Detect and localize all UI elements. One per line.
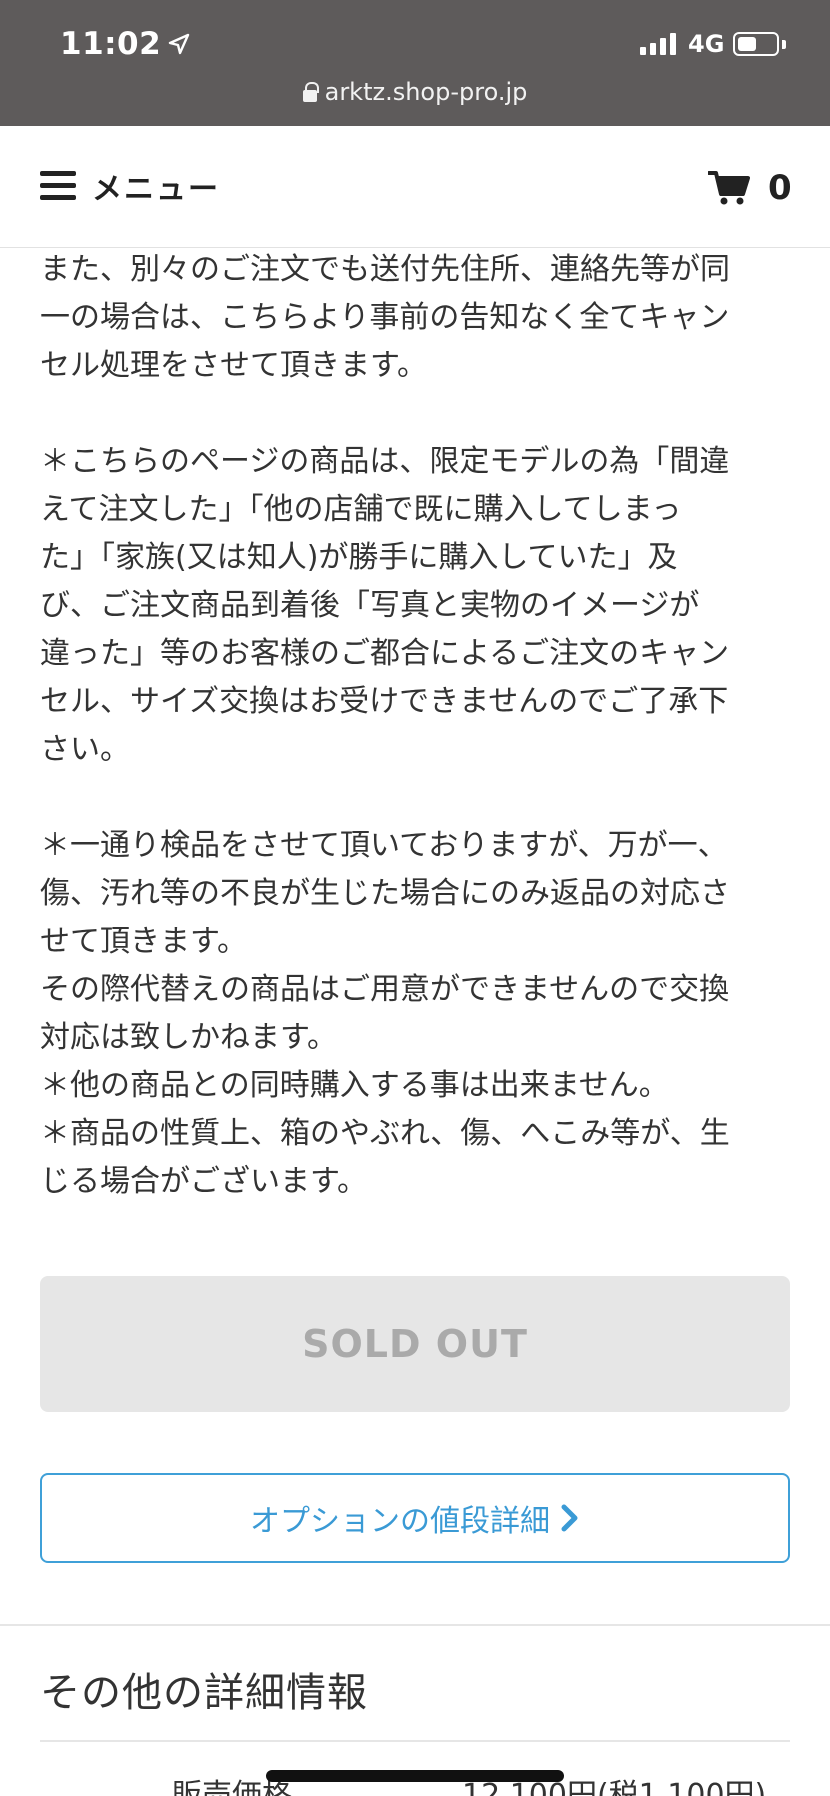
- description-line: じる場合がございます。: [40, 1164, 367, 1199]
- url-bar[interactable]: arktz.shop-pro.jp: [0, 78, 830, 106]
- option-price-details-button[interactable]: オプションの値段詳細: [40, 1473, 790, 1563]
- option-button-label: オプションの値段詳細: [250, 1504, 550, 1539]
- network-type: 4G: [688, 30, 725, 58]
- product-description: また、別々のご注文でも送付先住所、連絡先等が同 一の場合は、こちらより事前の告知…: [40, 246, 792, 1206]
- cart-button[interactable]: 0: [708, 168, 792, 208]
- signal-icon: [640, 33, 676, 55]
- site-header: メニュー 0: [0, 126, 830, 248]
- description-line: また、別々のご注文でも送付先住所、連絡先等が同: [40, 252, 730, 287]
- description-line: 違った」等のお客様のご都合によるご注文のキャン: [40, 636, 730, 671]
- description-line: ＊一通り検品をさせて頂いておりますが、万が一、: [40, 828, 728, 863]
- section-divider: [0, 1624, 830, 1626]
- description-line: ＊他の商品との同時購入する事は出来ません。: [40, 1068, 669, 1103]
- description-line: セル処理をさせて頂きます。: [40, 348, 427, 383]
- cart-icon: [708, 171, 750, 205]
- time-text: 11:02: [60, 26, 162, 62]
- description-line: 対応は致しかねます。: [40, 1020, 337, 1055]
- hamburger-icon: [40, 171, 76, 201]
- description-line: セル、サイズ交換はお受けできませんのでご了承下: [40, 684, 729, 719]
- details-rule: [40, 1740, 790, 1742]
- battery-icon: [733, 32, 779, 56]
- menu-label: メニュー: [92, 172, 220, 207]
- battery-cap: [782, 40, 786, 49]
- description-line: 一の場合は、こちらより事前の告知なく全てキャン: [40, 300, 730, 335]
- status-time: 11:02: [60, 26, 191, 62]
- menu-button[interactable]: メニュー: [40, 164, 220, 208]
- cart-count: 0: [768, 168, 792, 208]
- chevron-right-icon: [561, 1504, 578, 1532]
- description-line: その際代替えの商品はご用意ができませんので交換: [40, 972, 730, 1007]
- description-line: た」「家族(又は知人)が勝手に購入していた」及: [40, 540, 678, 575]
- page: 11:02 4G arktz.shop-pro.jp メニュー 0 また、別々の…: [0, 0, 830, 1796]
- lock-icon: [302, 82, 319, 102]
- description-line: 傷、汚れ等の不良が生じた場合にのみ返品の対応さ: [40, 876, 730, 911]
- status-bar: 11:02 4G arktz.shop-pro.jp: [0, 0, 830, 126]
- description-line: ＊こちらのページの商品は、限定モデルの為「間違: [40, 444, 730, 479]
- sold-out-button: SOLD OUT: [40, 1276, 790, 1412]
- url-text: arktz.shop-pro.jp: [324, 78, 528, 106]
- description-line: び、ご注文商品到着後「写真と実物のイメージが: [40, 588, 700, 623]
- description-line: ＊商品の性質上、箱のやぶれ、傷、へこみ等が、生: [40, 1116, 730, 1151]
- description-line: さい。: [40, 732, 130, 767]
- description-line: えて注文した」「他の店舗で既に購入してしまっ: [40, 492, 682, 527]
- location-arrow-icon: [168, 33, 190, 55]
- details-section-title: その他の詳細情報: [40, 1670, 368, 1716]
- home-indicator[interactable]: [266, 1770, 564, 1782]
- description-line: せて頂きます。: [40, 924, 247, 959]
